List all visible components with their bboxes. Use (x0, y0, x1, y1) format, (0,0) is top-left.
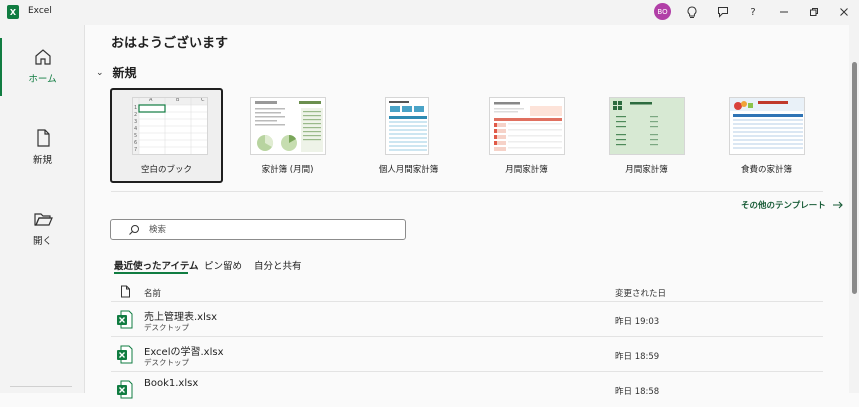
template-thumbnail: A B C 1 2 3 4 5 6 7 (132, 97, 208, 155)
template-label: 家計簿 (月間) (261, 165, 314, 175)
file-name: Excelの学習.xlsx (144, 347, 224, 358)
blank-row-2: 2 (134, 112, 138, 118)
home-icon (34, 49, 51, 65)
help-icon[interactable]: ? (745, 4, 761, 20)
tab-shared-with-me[interactable]: 自分と共有 (254, 258, 302, 272)
blank-col-c: C (201, 97, 205, 103)
sidebar-item-label: 新規 (32, 155, 52, 166)
template-food-budget[interactable]: 食費の家計簿 (710, 88, 823, 183)
blank-row-6: 6 (134, 140, 138, 146)
template-label: 個人月間家計簿 (378, 165, 439, 175)
tab-pinned[interactable]: ピン留め (204, 258, 242, 272)
excel-file-icon (117, 380, 133, 399)
file-date: 昨日 19:03 (615, 317, 660, 327)
new-section-header[interactable]: ⌄ 新規 (96, 64, 137, 81)
column-name-header[interactable]: 名前 (144, 287, 161, 299)
file-row[interactable]: Excelの学習.xlsx デスクトップ 昨日 18:59 (111, 337, 823, 372)
file-name: Book1.xlsx (144, 378, 199, 389)
close-icon[interactable] (836, 4, 852, 20)
arrow-right-icon (832, 201, 843, 209)
blank-row-4: 4 (134, 126, 138, 132)
title-bar: X Excel BO ? (0, 0, 859, 25)
more-templates-label: その他のテンプレート (741, 201, 826, 211)
template-label: 月間家計簿 (505, 165, 548, 175)
divider (111, 191, 823, 192)
excel-file-icon (117, 345, 133, 364)
scrollbar-thumb[interactable] (852, 62, 857, 294)
template-monthly-budget-1[interactable]: 月間家計簿 (470, 88, 583, 183)
sidebar-divider (10, 386, 72, 387)
template-thumbnail (250, 97, 326, 155)
file-date: 昨日 18:58 (615, 387, 660, 397)
new-file-icon (36, 129, 50, 147)
tab-recent[interactable]: 最近使ったアイテム (114, 258, 199, 272)
folder-open-icon (33, 213, 53, 226)
file-location: デスクトップ (144, 358, 189, 367)
chevron-down-icon[interactable]: ⌄ (96, 68, 104, 78)
column-date-header[interactable]: 変更された日 (615, 287, 666, 299)
sidebar-item-label: 開く (32, 236, 52, 247)
template-blank-workbook[interactable]: A B C 1 2 3 4 5 6 7 空白のブック (110, 88, 223, 183)
file-type-icon (121, 285, 130, 298)
tab-active-underline (114, 272, 188, 274)
excel-file-icon (117, 310, 133, 329)
sidebar: ホーム 新規 開く (0, 25, 85, 393)
blank-row-1: 1 (134, 105, 138, 111)
file-row[interactable]: Book1.xlsx 昨日 18:58 (111, 372, 823, 407)
file-name: 売上管理表.xlsx (144, 312, 218, 323)
blank-row-3: 3 (134, 119, 138, 125)
template-label: 食費の家計簿 (740, 165, 792, 175)
restore-icon[interactable] (806, 4, 822, 20)
blank-col-b: B (176, 97, 180, 103)
template-thumbnail (609, 97, 685, 155)
sidebar-item-new[interactable]: 新規 (0, 128, 85, 188)
feedback-icon[interactable] (715, 4, 731, 20)
search-box[interactable] (110, 219, 406, 240)
app-title: Excel (28, 6, 52, 16)
file-row[interactable]: 売上管理表.xlsx デスクトップ 昨日 19:03 (111, 302, 823, 337)
template-label: 月間家計簿 (625, 165, 668, 175)
minimize-icon[interactable] (776, 4, 792, 20)
template-label: 空白のブック (140, 165, 192, 175)
lightbulb-icon[interactable] (684, 4, 700, 20)
template-thumbnail (385, 97, 429, 155)
more-templates-link[interactable]: その他のテンプレート (741, 199, 844, 211)
file-date: 昨日 18:59 (615, 352, 660, 362)
file-location: デスクトップ (144, 323, 189, 332)
new-section-title: 新規 (112, 66, 137, 80)
template-monthly-budget-2[interactable]: 月間家計簿 (590, 88, 703, 183)
greeting: おはようございます (111, 36, 229, 51)
search-icon (129, 225, 139, 235)
sidebar-item-label: ホーム (28, 74, 57, 85)
template-thumbnail (729, 97, 805, 155)
file-list-header: 名前 変更された日 (111, 282, 823, 302)
avatar[interactable]: BO (654, 3, 671, 20)
sidebar-item-home[interactable]: ホーム (0, 47, 85, 107)
blank-row-5: 5 (134, 133, 138, 139)
template-household-budget-monthly[interactable]: 家計簿 (月間) (231, 88, 344, 183)
blank-col-a: A (149, 97, 153, 103)
template-personal-monthly-budget[interactable]: 個人月間家計簿 (350, 88, 463, 183)
excel-icon: X (7, 5, 19, 19)
blank-row-7: 7 (134, 147, 138, 153)
search-input[interactable] (149, 222, 399, 237)
template-thumbnail (489, 97, 565, 155)
sidebar-item-open[interactable]: 開く (0, 209, 85, 269)
